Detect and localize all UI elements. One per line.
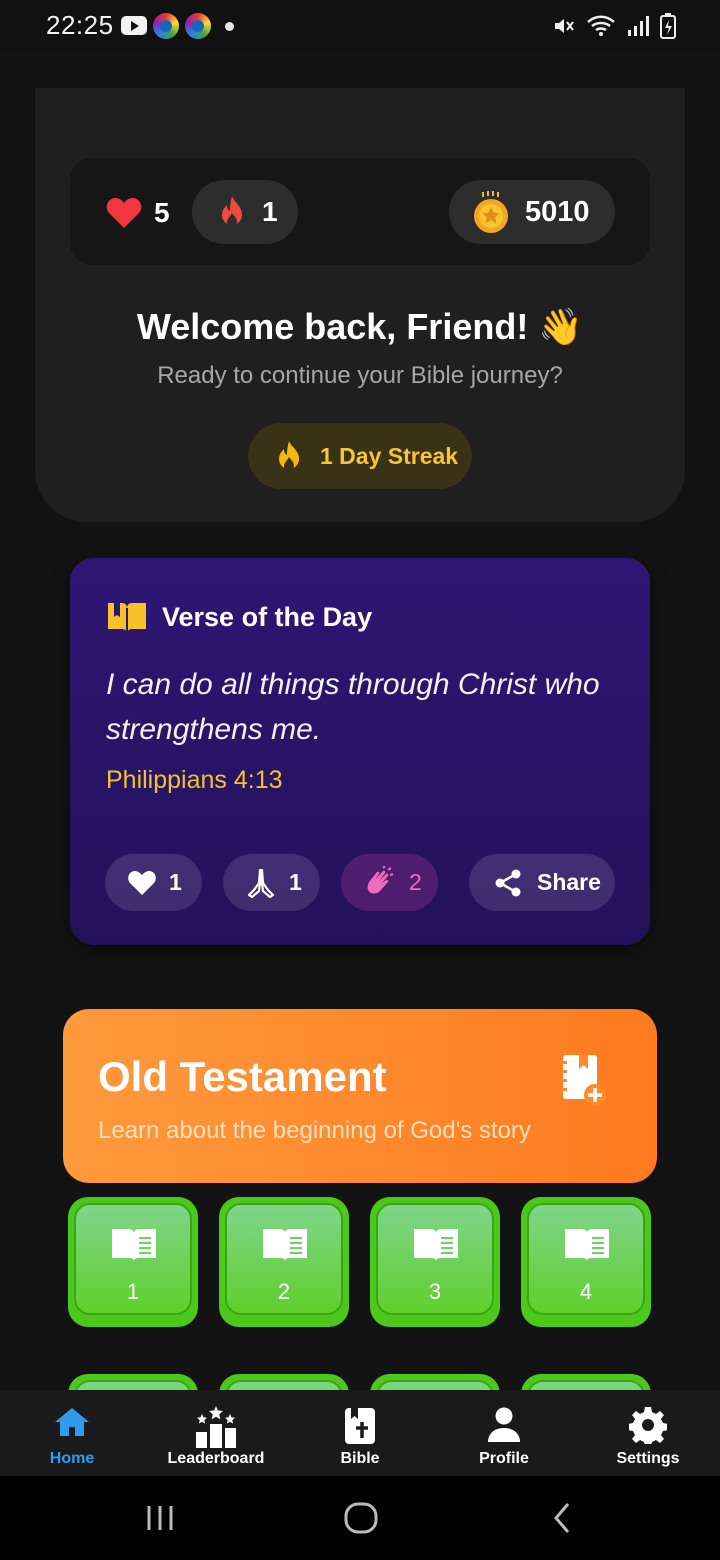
lesson-tile[interactable]: 4: [521, 1197, 651, 1327]
nav-bible-label: Bible: [340, 1450, 380, 1467]
verse-of-the-day-card: Verse of the Day I can do all things thr…: [70, 558, 650, 945]
battery-icon: [660, 13, 676, 39]
share-icon: [495, 869, 521, 896]
nav-settings[interactable]: Settings: [576, 1390, 720, 1476]
old-testament-card[interactable]: Old Testament Learn about the beginning …: [63, 1009, 657, 1183]
coins-count: 5010: [525, 195, 590, 228]
flame-icon: [279, 441, 299, 471]
book-icon: [565, 1229, 609, 1261]
status-time: 22:25: [46, 10, 114, 40]
status-icons: [552, 12, 676, 40]
nav-leaderboard[interactable]: Leaderboard: [144, 1390, 288, 1476]
share-button[interactable]: Share: [469, 854, 615, 911]
bible-notebook-icon: [559, 1055, 606, 1106]
heart-icon: [128, 870, 156, 895]
hearts-count: 5: [154, 197, 170, 228]
welcome-subtitle: Ready to continue your Bible journey?: [157, 362, 563, 389]
book-icon: [263, 1229, 307, 1261]
home-icon: [55, 1408, 89, 1436]
nav-profile[interactable]: Profile: [432, 1390, 576, 1476]
pray-button[interactable]: 1: [223, 854, 320, 911]
lesson-tile[interactable]: 3: [370, 1197, 500, 1327]
coins-pill[interactable]: 5010: [449, 180, 615, 244]
home-button-icon[interactable]: [342, 1498, 380, 1538]
back-icon[interactable]: [548, 1498, 576, 1538]
recent-apps-icon[interactable]: [144, 1498, 176, 1538]
fire-icon: [222, 196, 242, 227]
pray-count: 1: [289, 869, 302, 895]
lesson-tile[interactable]: 1: [68, 1197, 198, 1327]
youtube-icon: [121, 16, 147, 35]
coin-icon: [474, 191, 508, 233]
lesson-number: 1: [126, 1279, 140, 1304]
like-count: 1: [169, 869, 182, 895]
day-streak-badge[interactable]: 1 Day Streak: [248, 423, 472, 489]
bible-icon: [345, 1408, 375, 1444]
app-icon: [153, 13, 179, 39]
notification-dot: [225, 22, 234, 31]
lesson-number: 2: [277, 1279, 291, 1304]
gear-icon: [629, 1407, 667, 1444]
old-testament-title: Old Testament: [98, 1053, 387, 1100]
clap-button[interactable]: 2: [341, 854, 438, 911]
wifi-icon: [587, 15, 615, 36]
welcome-header-card: 5 1 5010 Welcome back, Friend! 👋 Ready t…: [35, 88, 685, 522]
streak-label: 1 Day Streak: [320, 442, 459, 469]
clapping-hands-icon: [367, 865, 394, 894]
bottom-nav: Home Leaderboard Bible Profile Settings: [0, 1390, 720, 1476]
nav-profile-label: Profile: [479, 1450, 529, 1467]
welcome-title: Welcome back, Friend! 👋: [136, 306, 584, 347]
nav-leaderboard-label: Leaderboard: [167, 1450, 265, 1467]
lesson-tile[interactable]: 2: [219, 1197, 349, 1327]
nav-home-label: Home: [49, 1450, 95, 1467]
app-icon: [185, 13, 211, 39]
hearts-stat[interactable]: 5: [106, 196, 170, 230]
heart-icon: [106, 198, 142, 228]
open-book-icon: [108, 603, 146, 633]
praying-hands-icon: [247, 868, 275, 898]
profile-icon: [488, 1407, 520, 1442]
nav-home[interactable]: Home: [0, 1390, 144, 1476]
lesson-number: 3: [428, 1279, 442, 1304]
nav-settings-label: Settings: [616, 1450, 680, 1467]
verse-heading: Verse of the Day: [162, 601, 373, 632]
old-testament-subtitle: Learn about the beginning of God's story: [98, 1117, 531, 1144]
nav-bible[interactable]: Bible: [288, 1390, 432, 1476]
streak-pill[interactable]: 1: [192, 180, 298, 244]
clap-count: 2: [409, 869, 422, 895]
streak-count: 1: [262, 196, 278, 227]
verse-text: I can do all things through Christ who s…: [106, 668, 600, 746]
stats-bar: 5 1 5010: [70, 158, 650, 265]
book-icon: [414, 1229, 458, 1261]
leaderboard-icon: [196, 1406, 236, 1448]
verse-header: Verse of the Day: [106, 600, 372, 634]
verse-reference: Philippians 4:13: [106, 766, 283, 794]
mute-icon: [555, 19, 574, 33]
system-navigation-bar: [0, 1476, 720, 1560]
signal-icon: [628, 16, 649, 36]
book-icon: [112, 1229, 156, 1261]
like-button[interactable]: 1: [105, 854, 202, 911]
app-screen: 22:25 5 1 5010 Welcome back, Friend! 👋 R…: [0, 0, 720, 1560]
lesson-number: 4: [579, 1279, 593, 1304]
status-bar: 22:25: [0, 0, 720, 52]
share-label: Share: [537, 869, 601, 895]
